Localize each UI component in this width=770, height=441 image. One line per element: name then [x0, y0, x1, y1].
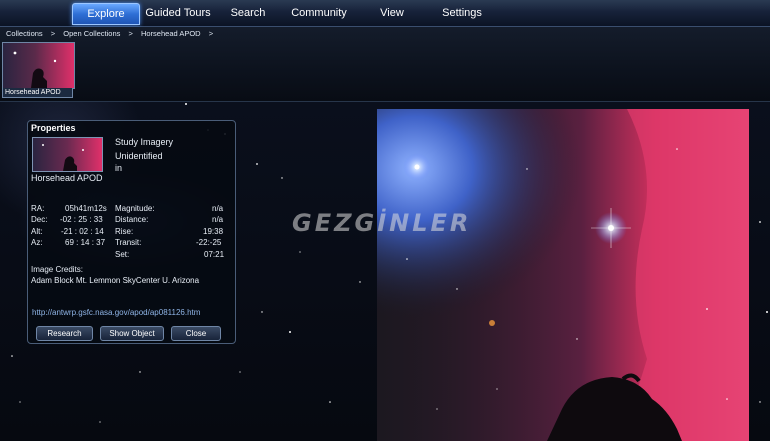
- ra-label: RA:: [31, 204, 45, 213]
- collection-thumbnail[interactable]: [2, 42, 75, 89]
- distance-value: n/a: [212, 215, 224, 224]
- set-label: Set:: [115, 250, 130, 259]
- breadcrumb-open-collections[interactable]: Open Collections: [63, 29, 120, 38]
- watermark-text: GEZGİNLER: [292, 209, 472, 237]
- research-button[interactable]: Research: [36, 326, 93, 341]
- credits-label: Image Credits:: [31, 265, 84, 274]
- apod-link[interactable]: http://antwrp.gsfc.nasa.gov/apod/ap08112…: [32, 308, 230, 317]
- breadcrumb: Collections > Open Collections > Horsehe…: [6, 29, 219, 38]
- credits-text: Adam Block Mt. Lemmon SkyCenter U. Arizo…: [31, 276, 200, 285]
- collection-explorer: Collections > Open Collections > Horsehe…: [0, 27, 770, 102]
- az-value: 69 : 14 : 37: [65, 238, 106, 247]
- rise-label: Rise:: [115, 227, 134, 236]
- magnitude-label: Magnitude:: [115, 204, 155, 213]
- breadcrumb-collections[interactable]: Collections: [6, 29, 43, 38]
- show-object-button[interactable]: Show Object: [100, 326, 164, 341]
- breadcrumb-horsehead-apod[interactable]: Horsehead APOD: [141, 29, 201, 38]
- close-button[interactable]: Close: [171, 326, 221, 341]
- distance-label: Distance:: [115, 215, 149, 224]
- rise-value: 19:38: [203, 227, 224, 236]
- tab-guided-tours[interactable]: Guided Tours: [142, 3, 214, 23]
- tab-settings[interactable]: Settings: [437, 3, 487, 23]
- tab-search[interactable]: Search: [225, 3, 271, 23]
- az-label: Az:: [31, 238, 43, 247]
- object-type: Study Imagery: [115, 137, 174, 147]
- magnitude-value: n/a: [212, 204, 224, 213]
- dec-value: -02 : 25 : 33: [60, 215, 103, 224]
- transit-value: -22:-25: [196, 238, 222, 247]
- breadcrumb-separator: >: [208, 29, 214, 38]
- object-constellation: in: [115, 163, 123, 173]
- breadcrumb-separator: >: [128, 29, 133, 38]
- properties-panel: Properties Study Imagery Unidentified in…: [27, 120, 236, 344]
- horsehead-nebula-image[interactable]: [377, 109, 749, 441]
- tab-explore[interactable]: Explore: [72, 3, 140, 25]
- set-value: 07:21: [204, 250, 225, 259]
- object-name: Horsehead APOD: [31, 173, 103, 183]
- tab-view[interactable]: View: [374, 3, 410, 23]
- dec-label: Dec:: [31, 215, 48, 224]
- alt-value: -21 : 02 : 14: [61, 227, 104, 236]
- collection-thumbnail-label: Horsehead APOD: [2, 88, 73, 98]
- object-thumbnail: [32, 137, 103, 172]
- object-classification: Unidentified: [115, 151, 163, 161]
- ra-value: 05h41m12s: [65, 204, 107, 213]
- panel-title: Properties: [31, 123, 76, 133]
- tab-community[interactable]: Community: [287, 3, 351, 23]
- breadcrumb-separator: >: [50, 29, 56, 38]
- transit-label: Transit:: [115, 238, 142, 247]
- alt-label: Alt:: [31, 227, 43, 236]
- main-menu-bar: Explore Guided Tours Search Community Vi…: [0, 0, 770, 27]
